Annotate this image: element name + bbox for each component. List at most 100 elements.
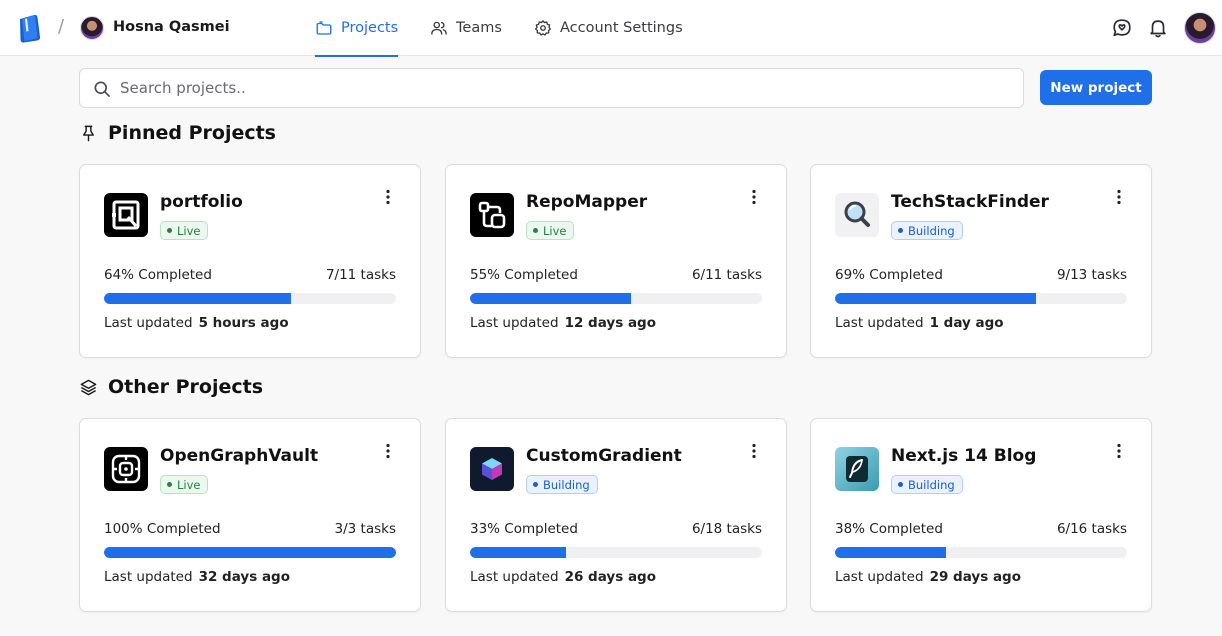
feather-logo-icon xyxy=(835,447,879,491)
last-updated-value: 1 day ago xyxy=(929,315,1004,331)
last-updated: Last updated 32 days ago xyxy=(104,569,290,585)
progress-bar xyxy=(104,547,396,558)
search-icon xyxy=(94,81,110,97)
users-icon xyxy=(431,21,447,35)
completion-percent: 100% Completed xyxy=(104,521,221,537)
last-updated-label: Last updated xyxy=(835,315,924,331)
more-options-icon[interactable] xyxy=(744,189,764,205)
completion-percent: 38% Completed xyxy=(835,521,943,537)
project-name[interactable]: TechStackFinder xyxy=(891,192,1049,212)
bell-icon[interactable] xyxy=(1147,17,1169,39)
project-name[interactable]: RepoMapper xyxy=(526,192,647,212)
tab-account-settings[interactable]: Account Settings xyxy=(534,0,683,56)
completion-percent: 64% Completed xyxy=(104,267,212,283)
opengraphvault-logo-icon xyxy=(104,447,148,491)
tab-label: Account Settings xyxy=(560,20,683,36)
task-count: 3/3 tasks xyxy=(334,521,396,537)
section-title: Other Projects xyxy=(108,376,264,398)
completion-percent: 33% Completed xyxy=(470,521,578,537)
project-name[interactable]: Next.js 14 Blog xyxy=(891,446,1036,466)
status-badge: Building xyxy=(891,221,963,240)
task-count: 6/16 tasks xyxy=(1056,521,1127,537)
tab-label: Projects xyxy=(341,20,399,36)
progress-fill xyxy=(835,293,1037,304)
last-updated-label: Last updated xyxy=(835,569,924,585)
new-project-button[interactable]: New project xyxy=(1040,70,1152,105)
status-badge: Live xyxy=(160,221,209,240)
last-updated-value: 26 days ago xyxy=(564,569,656,585)
tab-teams[interactable]: Teams xyxy=(430,0,502,56)
status-label: Live xyxy=(543,223,567,238)
last-updated-value: 32 days ago xyxy=(198,569,290,585)
search-input[interactable] xyxy=(120,69,1010,107)
repomapper-logo-icon xyxy=(470,193,514,237)
task-count: 6/18 tasks xyxy=(691,521,762,537)
completion-percent: 69% Completed xyxy=(835,267,943,283)
project-card-techstackfinder[interactable]: TechStackFinder Building 69% Completed 9… xyxy=(810,164,1152,358)
app-logo-icon[interactable] xyxy=(16,13,42,43)
progress-fill xyxy=(470,547,567,558)
project-card-customgradient[interactable]: CustomGradient Building 33% Completed 6/… xyxy=(445,418,787,612)
last-updated: Last updated 5 hours ago xyxy=(104,315,289,331)
pin-icon xyxy=(83,125,94,141)
layers-icon xyxy=(80,379,97,395)
project-card-repomapper[interactable]: RepoMapper Live 55% Completed 6/11 tasks… xyxy=(445,164,787,358)
magnifier-logo-icon xyxy=(835,193,879,237)
last-updated: Last updated 26 days ago xyxy=(470,569,656,585)
last-updated: Last updated 12 days ago xyxy=(470,315,656,331)
progress-fill xyxy=(104,293,291,304)
project-card-opengraphvault[interactable]: OpenGraphVault Live 100% Completed 3/3 t… xyxy=(79,418,421,612)
status-label: Building xyxy=(908,477,955,492)
status-badge: Building xyxy=(526,475,598,494)
progress-bar xyxy=(104,293,396,304)
project-card-nextjs-14-blog[interactable]: Next.js 14 Blog Building 38% Completed 6… xyxy=(810,418,1152,612)
more-options-icon[interactable] xyxy=(744,443,764,459)
avatar[interactable] xyxy=(1184,12,1216,44)
last-updated-value: 12 days ago xyxy=(564,315,656,331)
last-updated: Last updated 29 days ago xyxy=(835,569,1021,585)
last-updated-label: Last updated xyxy=(470,315,559,331)
project-name[interactable]: portfolio xyxy=(160,192,243,212)
progress-fill xyxy=(104,547,396,558)
section-title: Pinned Projects xyxy=(108,122,276,144)
last-updated-label: Last updated xyxy=(470,569,559,585)
last-updated: Last updated 1 day ago xyxy=(835,315,1004,331)
tab-label: Teams xyxy=(456,20,502,36)
feedback-chat-icon[interactable] xyxy=(1111,17,1133,39)
progress-bar xyxy=(835,547,1127,558)
tab-projects[interactable]: Projects xyxy=(315,0,399,57)
progress-fill xyxy=(835,547,946,558)
avatar[interactable] xyxy=(80,16,104,40)
project-name[interactable]: OpenGraphVault xyxy=(160,446,318,466)
user-name[interactable]: Hosna Qasmei xyxy=(113,19,230,35)
search-bar[interactable] xyxy=(79,68,1024,108)
status-label: Building xyxy=(908,223,955,238)
project-card-portfolio[interactable]: portfolio Live 64% Completed 7/11 tasks … xyxy=(79,164,421,358)
status-label: Live xyxy=(177,477,201,492)
status-label: Building xyxy=(543,477,590,492)
task-count: 7/11 tasks xyxy=(325,267,396,283)
completion-percent: 55% Completed xyxy=(470,267,578,283)
status-label: Live xyxy=(177,223,201,238)
status-badge: Live xyxy=(160,475,209,494)
pinned-projects-heading: Pinned Projects xyxy=(79,122,276,144)
task-count: 6/11 tasks xyxy=(691,267,762,283)
last-updated-value: 29 days ago xyxy=(929,569,1021,585)
progress-fill xyxy=(470,293,631,304)
folder-icon xyxy=(316,21,332,35)
breadcrumb-separator: / xyxy=(58,16,65,37)
progress-bar xyxy=(835,293,1127,304)
status-badge: Live xyxy=(526,221,575,240)
progress-bar xyxy=(470,547,762,558)
last-updated-label: Last updated xyxy=(104,569,193,585)
top-navigation-bar: / Hosna Qasmei Projects Teams Account Se… xyxy=(0,0,1222,57)
status-badge: Building xyxy=(891,475,963,494)
more-options-icon[interactable] xyxy=(1109,189,1129,205)
other-projects-heading: Other Projects xyxy=(79,376,263,398)
last-updated-value: 5 hours ago xyxy=(198,315,289,331)
more-options-icon[interactable] xyxy=(378,443,398,459)
more-options-icon[interactable] xyxy=(1109,443,1129,459)
more-options-icon[interactable] xyxy=(378,189,398,205)
project-name[interactable]: CustomGradient xyxy=(526,446,682,466)
progress-bar xyxy=(470,293,762,304)
